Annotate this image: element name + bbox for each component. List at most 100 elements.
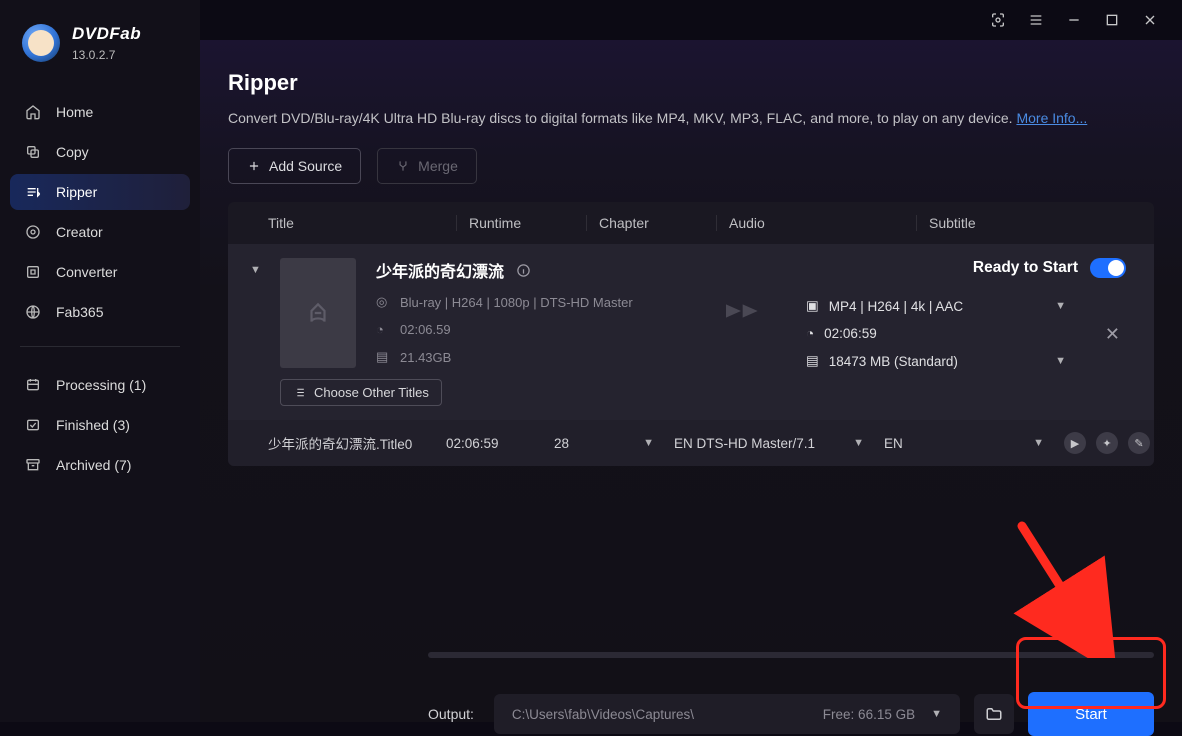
col-title: Title xyxy=(268,215,456,231)
page-description-text: Convert DVD/Blu-ray/4K Ultra HD Blu-ray … xyxy=(228,110,1016,126)
nav-label: Ripper xyxy=(56,184,97,200)
nav-label: Fab365 xyxy=(56,304,103,320)
add-source-label: Add Source xyxy=(269,158,342,174)
processing-icon xyxy=(24,377,42,393)
merge-icon xyxy=(396,159,410,173)
chevron-down-icon: ▼ xyxy=(1055,355,1066,367)
menu-icon[interactable] xyxy=(1028,12,1044,28)
nav-fab365[interactable]: Fab365 xyxy=(10,294,190,330)
subrow-runtime: 02:06:59 xyxy=(446,436,554,451)
theme-icon[interactable] xyxy=(990,12,1006,28)
clock-icon: ◔ xyxy=(806,326,814,341)
col-audio: Audio xyxy=(716,215,916,231)
copy-icon xyxy=(24,144,42,160)
storage-icon: ▤ xyxy=(376,349,390,365)
convert-arrow-icon xyxy=(726,300,776,327)
list-icon xyxy=(293,386,306,399)
source-runtime: 02:06.59 xyxy=(400,322,451,337)
chapter-select[interactable]: 28 ▼ xyxy=(554,436,674,451)
archive-icon xyxy=(24,457,42,473)
item-title: 少年派的奇幻漂流 xyxy=(376,258,504,282)
output-size-select[interactable]: 18473 MB (Standard) ▼ xyxy=(829,354,1066,369)
nav-converter[interactable]: Converter xyxy=(10,254,190,290)
chevron-down-icon: ▼ xyxy=(1055,300,1066,312)
ready-label: Ready to Start xyxy=(973,259,1078,277)
settings-icon[interactable]: ✦ xyxy=(1096,432,1118,454)
nav-home[interactable]: Home xyxy=(10,94,190,130)
subrow-audio: EN DTS-HD Master/7.1 xyxy=(674,436,815,451)
title-list: Title Runtime Chapter Audio Subtitle ▼ R… xyxy=(228,202,1154,466)
source-spec: Blu-ray | H264 | 1080p | DTS-HD Master xyxy=(400,295,633,310)
main-content: Ripper Convert DVD/Blu-ray/4K Ultra HD B… xyxy=(200,40,1182,722)
subrow-title: 少年派的奇幻漂流.Title0 xyxy=(268,433,446,453)
page-description: Convert DVD/Blu-ray/4K Ultra HD Blu-ray … xyxy=(228,110,1154,126)
free-space-value: Free: 66.15 GB ▼ xyxy=(823,707,942,722)
title-subrow[interactable]: 少年派的奇幻漂流.Title0 02:06:59 28 ▼ EN DTS-HD … xyxy=(228,420,1154,466)
output-spec: MP4 | H264 | 4k | AAC xyxy=(829,299,963,314)
home-icon xyxy=(24,104,42,120)
enable-toggle[interactable] xyxy=(1090,258,1126,278)
nav-label: Archived (7) xyxy=(56,457,131,473)
source-info: 少年派的奇幻漂流 ◎ Blu-ray | H264 | 1080p | DTS-H… xyxy=(376,258,696,369)
poster-thumbnail xyxy=(280,258,356,368)
plus-icon xyxy=(247,159,261,173)
disc-icon: ◎ xyxy=(376,294,390,310)
globe-icon xyxy=(24,304,42,320)
choose-other-titles-button[interactable]: Choose Other Titles xyxy=(280,379,442,406)
close-icon[interactable] xyxy=(1142,12,1158,28)
browse-folder-button[interactable] xyxy=(974,694,1014,734)
source-size: 21.43GB xyxy=(400,350,451,365)
item-status: Ready to Start xyxy=(973,258,1126,278)
nav-ripper[interactable]: Ripper xyxy=(10,174,190,210)
horizontal-scrollbar[interactable] xyxy=(428,652,1154,658)
app-logo-icon xyxy=(22,24,60,62)
chevron-down-icon: ▼ xyxy=(853,437,884,449)
nav-divider xyxy=(20,346,180,347)
folder-icon xyxy=(985,705,1003,723)
col-chapter: Chapter xyxy=(586,215,716,231)
output-path-field[interactable]: C:\Users\fab\Videos\Captures\ Free: 66.1… xyxy=(494,694,960,734)
expand-toggle[interactable]: ▼ xyxy=(250,264,261,276)
toolbar: Add Source Merge xyxy=(228,148,1154,184)
converter-icon xyxy=(24,264,42,280)
minimize-icon[interactable] xyxy=(1066,12,1082,28)
nav-label: Copy xyxy=(56,144,89,160)
output-runtime: 02:06:59 xyxy=(824,326,877,341)
merge-label: Merge xyxy=(418,158,458,174)
logo-block: DVDFab 13.0.2.7 xyxy=(0,18,200,88)
start-button[interactable]: Start xyxy=(1028,692,1154,736)
ripper-icon xyxy=(24,184,42,200)
creator-icon xyxy=(24,224,42,240)
nav-finished[interactable]: Finished (3) xyxy=(10,407,190,443)
nav-tasks: Processing (1) Finished (3) Archived (7) xyxy=(0,361,200,489)
nav-label: Home xyxy=(56,104,93,120)
more-info-link[interactable]: More Info... xyxy=(1016,110,1087,126)
play-preview-icon[interactable]: ▶ xyxy=(1064,432,1086,454)
edit-icon[interactable]: ✎ xyxy=(1128,432,1150,454)
output-path-value: C:\Users\fab\Videos\Captures\ xyxy=(512,707,694,722)
subrow-chapter: 28 xyxy=(554,436,569,451)
brand-name: DVDFab xyxy=(72,24,141,44)
nav-label: Creator xyxy=(56,224,103,240)
chevron-down-icon: ▼ xyxy=(643,437,674,449)
subtitle-select[interactable]: EN ▼ xyxy=(884,436,1064,451)
nav-creator[interactable]: Creator xyxy=(10,214,190,250)
audio-select[interactable]: EN DTS-HD Master/7.1 ▼ xyxy=(674,436,884,451)
subrow-actions: ▶ ✦ ✎ xyxy=(1064,432,1154,454)
remove-item-icon[interactable]: ✕ xyxy=(1105,324,1120,345)
storage-icon: ▤ xyxy=(806,353,819,369)
info-icon[interactable] xyxy=(516,263,531,278)
nav-archived[interactable]: Archived (7) xyxy=(10,447,190,483)
maximize-icon[interactable] xyxy=(1104,12,1120,28)
nav-processing[interactable]: Processing (1) xyxy=(10,367,190,403)
choose-other-label: Choose Other Titles xyxy=(314,385,429,400)
footer-bar: Output: C:\Users\fab\Videos\Captures\ Fr… xyxy=(428,692,1154,736)
add-source-button[interactable]: Add Source xyxy=(228,148,361,184)
nav-label: Processing (1) xyxy=(56,377,146,393)
col-subtitle: Subtitle xyxy=(916,215,1154,231)
finished-icon xyxy=(24,417,42,433)
output-format-select[interactable]: MP4 | H264 | 4k | AAC ▼ xyxy=(829,299,1066,314)
nav-label: Finished (3) xyxy=(56,417,130,433)
start-label: Start xyxy=(1075,706,1107,723)
nav-copy[interactable]: Copy xyxy=(10,134,190,170)
